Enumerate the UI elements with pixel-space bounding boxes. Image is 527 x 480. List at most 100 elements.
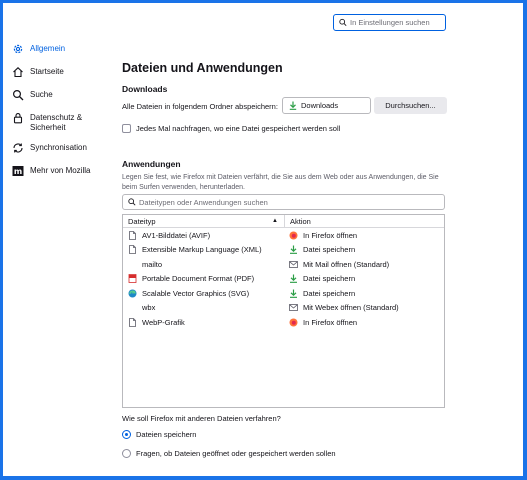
table-row[interactable]: Portable Document Format (PDF) Datei spei… [123,272,444,287]
edge-icon [128,289,137,298]
filetype-cell: AV1-Bilddatei (AVIF) [123,231,285,240]
filetype-cell: mailto [123,260,285,269]
lock-icon [12,112,24,124]
filetype-label: Portable Document Format (PDF) [142,274,255,284]
download-icon [289,289,298,298]
sidebar-item-label: Startseite [30,67,64,76]
radio-save-files-row[interactable]: Dateien speichern [122,430,196,439]
search-icon [128,198,136,206]
filetype-filter-box[interactable] [122,194,445,210]
download-folder-field[interactable]: Downloads [282,97,371,114]
file-icon [128,317,137,327]
column-header-action[interactable]: Aktion [285,215,311,227]
applications-heading: Anwendungen [122,159,181,169]
other-files-question: Wie soll Firefox mit anderen Dateien ver… [122,414,281,423]
radio-ask-files-row[interactable]: Fragen, ob Dateien geöffnet oder gespeic… [122,449,336,458]
filetype-cell: Extensible Markup Language (XML) [123,245,285,254]
table-header: Dateityp ▲ Aktion [123,215,444,228]
sidebar-item-label: Mehr von Mozilla [30,166,91,175]
table-row[interactable]: WebP-Grafik In Firefox öffnen [123,315,444,330]
radio-label: Dateien speichern [136,430,197,439]
radio-label: Fragen, ob Dateien geöffnet oder gespeic… [136,449,336,458]
sidebar-item-label: Datenschutz & Sicherheit [30,113,83,132]
table-row[interactable]: AV1-Bilddatei (AVIF) In Firefox öffnen [123,228,444,243]
action-cell[interactable]: In Firefox öffnen [285,318,357,327]
file-icon [128,230,137,240]
search-icon [12,89,24,101]
filetype-filter-input[interactable] [139,197,429,207]
webex-app-icon [289,303,298,312]
action-cell[interactable]: Datei speichern [285,274,355,283]
pdf-icon [128,274,137,284]
table-row[interactable]: wbx Mit Webex öffnen (Standard) [123,301,444,316]
download-icon [289,274,298,284]
action-label: In Firefox öffnen [303,230,358,240]
sidebar-item-general[interactable]: Allgemein [12,43,117,57]
applications-table: Dateityp ▲ Aktion AV1-Bilddatei (AVIF) In… [122,214,445,408]
action-cell[interactable]: Mit Webex öffnen (Standard) [285,303,399,312]
action-label: Datei speichern [303,245,356,255]
table-row[interactable]: Extensible Markup Language (XML) Datei sp… [123,243,444,258]
settings-search-box[interactable] [333,14,446,31]
sidebar-item-label: Synchronisation [30,143,87,152]
browse-button[interactable]: Durchsuchen... [374,97,447,114]
filetype-label: AV1-Bilddatei (AVIF) [142,230,211,240]
action-cell[interactable]: Datei speichern [285,289,355,298]
firefox-icon [289,231,298,240]
radio-save-files[interactable] [122,430,131,439]
home-icon [12,66,24,78]
ask-save-location-label: Jedes Mal nachfragen, wo eine Datei gesp… [136,124,341,133]
sync-icon [12,142,24,154]
filetype-label: Scalable Vector Graphics (SVG) [142,288,250,298]
download-folder-label: Alle Dateien in folgendem Ordner abspeic… [122,102,278,111]
column-header-label: Dateityp [128,216,156,226]
action-cell[interactable]: In Firefox öffnen [285,231,357,240]
settings-window: Allgemein Startseite Suche Datenschutz &… [3,3,523,476]
action-label: Datei speichern [303,274,356,284]
sidebar-item-label: Suche [30,90,53,99]
action-label: Mit Mail öffnen (Standard) [303,259,390,269]
download-arrow-icon [289,101,297,110]
applications-description: Legen Sie fest, wie Firefox mit Dateien … [122,174,439,191]
filetype-label: Extensible Markup Language (XML) [142,245,262,255]
action-cell[interactable]: Mit Mail öffnen (Standard) [285,260,389,269]
filetype-cell: wbx [123,303,285,312]
sidebar: Allgemein Startseite Suche Datenschutz &… [12,43,117,188]
firefox-icon [289,318,298,327]
sort-ascending-icon: ▲ [272,218,278,224]
sidebar-item-privacy[interactable]: Datenschutz & Sicherheit [12,112,117,133]
column-header-filetype[interactable]: Dateityp ▲ [123,215,285,227]
svg-text:m: m [14,167,22,176]
table-body: AV1-Bilddatei (AVIF) In Firefox öffnen Ext… [123,228,444,330]
action-label: Mit Webex öffnen (Standard) [303,303,399,313]
download-folder-name: Downloads [301,101,339,110]
blank-icon [128,260,137,269]
filetype-cell: Scalable Vector Graphics (SVG) [123,289,285,298]
downloads-heading: Downloads [122,84,168,94]
sidebar-item-label: Allgemein [30,44,66,53]
action-label: In Firefox öffnen [303,317,358,327]
sidebar-item-sync[interactable]: Synchronisation [12,142,117,156]
sidebar-item-mozilla[interactable]: m Mehr von Mozilla [12,165,117,179]
settings-search-input[interactable] [350,18,445,27]
filetype-cell: WebP-Grafik [123,318,285,327]
sidebar-item-search[interactable]: Suche [12,89,117,103]
mozilla-icon: m [12,165,24,177]
ask-save-location-checkbox[interactable] [122,124,131,133]
download-icon [289,245,298,255]
filetype-label: mailto [142,259,163,269]
sidebar-item-home[interactable]: Startseite [12,66,117,80]
radio-ask-files[interactable] [122,449,131,458]
action-cell[interactable]: Datei speichern [285,245,355,254]
filetype-label: WebP-Grafik [142,317,185,327]
ask-save-location-row[interactable]: Jedes Mal nachfragen, wo eine Datei gesp… [122,124,340,133]
column-header-label: Aktion [290,216,311,226]
action-label: Datei speichern [303,288,356,298]
search-icon [339,18,347,27]
table-row[interactable]: Scalable Vector Graphics (SVG) Datei spei… [123,286,444,301]
table-row[interactable]: mailto Mit Mail öffnen (Standard) [123,257,444,272]
blank-icon [128,303,137,312]
file-icon [128,245,137,255]
page-title: Dateien und Anwendungen [122,61,283,75]
mail-app-icon [289,260,298,269]
